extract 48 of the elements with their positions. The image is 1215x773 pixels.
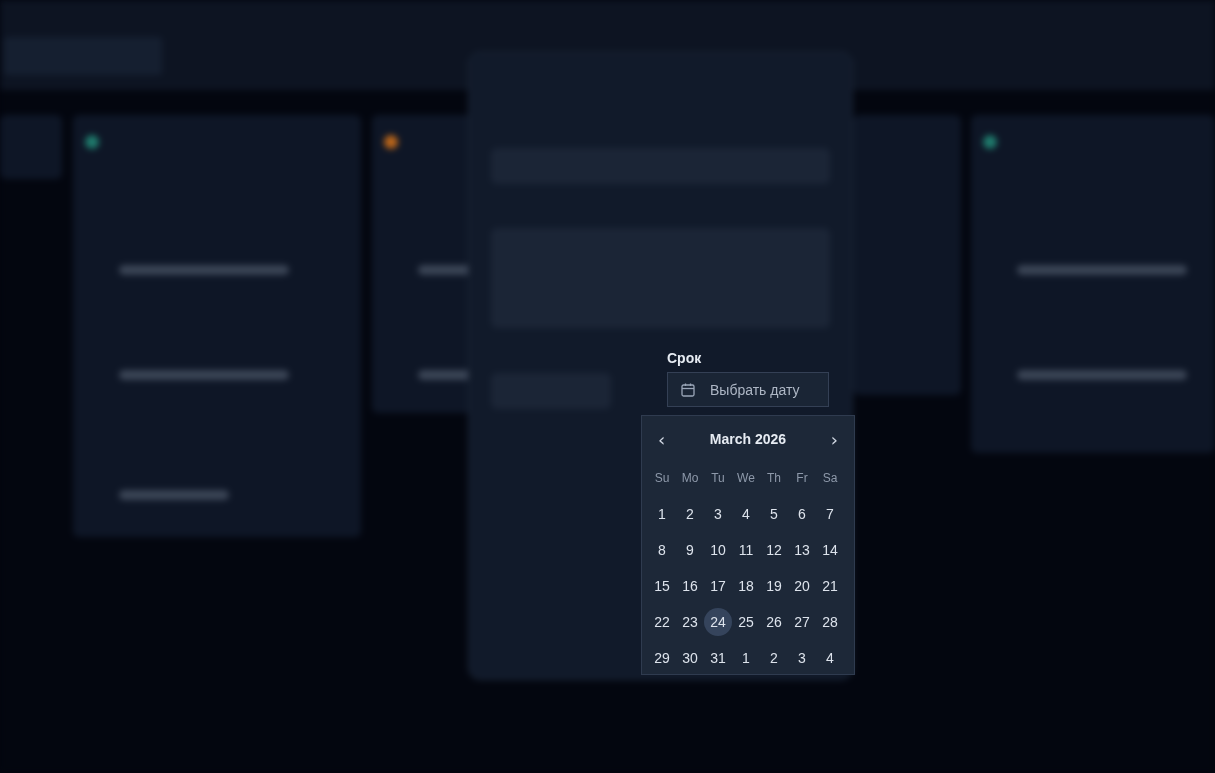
calendar-day[interactable]: 6 (788, 500, 816, 528)
calendar-day[interactable]: 9 (676, 536, 704, 564)
calendar-day[interactable]: 14 (816, 536, 844, 564)
calendar-day[interactable]: 2 (676, 500, 704, 528)
date-input-field[interactable]: Выбрать дату (667, 372, 829, 407)
calendar-day[interactable]: 10 (704, 536, 732, 564)
weekday-label: Sa (821, 470, 839, 487)
calendar-day[interactable]: 26 (760, 608, 788, 636)
calendar-day[interactable]: 1 (732, 644, 760, 672)
calendar-day[interactable]: 28 (816, 608, 844, 636)
weekday-label: Th (766, 470, 782, 487)
calendar-day[interactable]: 17 (704, 572, 732, 600)
calendar-day[interactable]: 18 (732, 572, 760, 600)
calendar-icon (680, 381, 696, 398)
calendar-day[interactable]: 5 (760, 500, 788, 528)
calendar-day[interactable]: 29 (648, 644, 676, 672)
next-month-button[interactable]: › (824, 428, 844, 450)
calendar-day[interactable]: 16 (676, 572, 704, 600)
calendar-day[interactable]: 22 (648, 608, 676, 636)
calendar-day[interactable]: 12 (760, 536, 788, 564)
calendar-day[interactable]: 4 (732, 500, 760, 528)
calendar-day[interactable]: 30 (676, 644, 704, 672)
calendar-day[interactable]: 11 (732, 536, 760, 564)
weekday-label: Fr (795, 470, 809, 487)
calendar-day[interactable]: 21 (816, 572, 844, 600)
calendar-day[interactable]: 2 (760, 644, 788, 672)
calendar-day[interactable]: 25 (732, 608, 760, 636)
weekday-label: We (736, 470, 756, 487)
field-label: Срок (667, 350, 703, 366)
calendar-day[interactable]: 4 (816, 644, 844, 672)
weekday-label: Su (653, 470, 671, 487)
calendar-day[interactable]: 23 (676, 608, 704, 636)
previous-month-button[interactable]: ‹ (652, 428, 672, 450)
weekday-label: Mo (680, 470, 700, 487)
calendar-day[interactable]: 27 (788, 608, 816, 636)
calendar-day[interactable]: 19 (760, 572, 788, 600)
month-title: March 2026 (709, 431, 787, 447)
calendar-day[interactable]: 20 (788, 572, 816, 600)
calendar-day[interactable]: 8 (648, 536, 676, 564)
weekday-label: Tu (710, 470, 726, 487)
calendar-day[interactable]: 31 (704, 644, 732, 672)
calendar-day[interactable]: 24 (704, 608, 732, 636)
calendar-day[interactable]: 3 (704, 500, 732, 528)
calendar-day[interactable]: 3 (788, 644, 816, 672)
calendar-day[interactable]: 1 (648, 500, 676, 528)
calendar-day[interactable]: 7 (816, 500, 844, 528)
calendar-day[interactable]: 15 (648, 572, 676, 600)
calendar-day[interactable]: 13 (788, 536, 816, 564)
